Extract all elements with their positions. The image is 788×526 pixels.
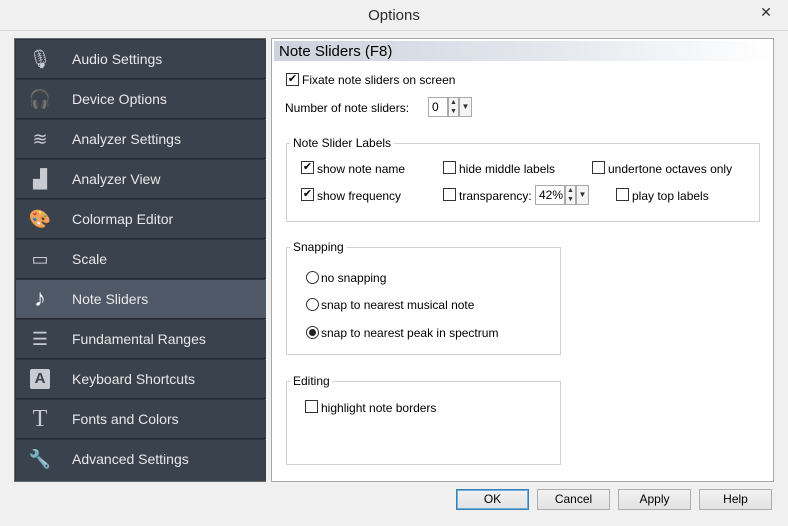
sidebar-item-label: Advanced Settings: [72, 451, 189, 467]
window-title: Options: [368, 7, 420, 24]
editing-group: [286, 381, 561, 465]
sidebar-item-fonts-and-colors[interactable]: T Fonts and Colors: [16, 400, 266, 439]
sidebar-item-label: Keyboard Shortcuts: [72, 371, 195, 387]
play-top-labels-label: play top labels: [632, 189, 709, 203]
hide-middle-labels-label: hide middle labels: [459, 162, 556, 176]
font-icon: T: [32, 406, 48, 432]
sidebar-item-colormap-editor[interactable]: 🎨 Colormap Editor: [16, 200, 266, 239]
hide-middle-labels-checkbox[interactable]: [443, 161, 456, 174]
ranges-icon: ☰: [31, 329, 49, 349]
panel-title: Note Sliders (F8): [279, 43, 393, 60]
snap-peak-label: snap to nearest peak in spectrum: [321, 326, 499, 340]
num-sliders-value: 0: [432, 100, 439, 114]
palette-icon: 🎨: [28, 209, 52, 229]
sidebar-item-scale[interactable]: ▭ Scale: [16, 240, 266, 279]
cancel-button[interactable]: Cancel: [537, 489, 610, 510]
play-top-labels-checkbox[interactable]: [616, 188, 629, 201]
sidebar-item-fundamental-ranges[interactable]: ☰ Fundamental Ranges: [16, 320, 266, 359]
highlight-note-borders-checkbox[interactable]: [305, 400, 318, 413]
sidebar: 🎙 Audio Settings 🎧 Device Options ≋ Anal…: [14, 38, 266, 482]
num-sliders-dropdown[interactable]: ▼: [459, 97, 472, 117]
highlight-note-borders-label: highlight note borders: [321, 401, 437, 415]
snap-peak-radio[interactable]: [306, 326, 319, 339]
close-icon[interactable]: ✕: [752, 2, 780, 22]
spin-down-icon[interactable]: ▼: [449, 107, 458, 116]
undertone-octaves-label: undertone octaves only: [608, 162, 733, 176]
sidebar-item-label: Colormap Editor: [72, 211, 174, 227]
show-frequency-label: show frequency: [317, 189, 402, 203]
num-sliders-stepper[interactable]: ▲ ▼: [448, 97, 459, 117]
num-sliders-label: Number of note sliders:: [285, 101, 410, 115]
sidebar-item-label: Audio Settings: [72, 51, 163, 67]
undertone-octaves-checkbox[interactable]: [592, 161, 605, 174]
sidebar-item-label: Device Options: [72, 91, 167, 107]
num-sliders-input[interactable]: 0 ▲ ▼ ▼: [428, 97, 472, 117]
snap-musical-note-radio[interactable]: [306, 298, 319, 311]
sidebar-item-advanced-settings[interactable]: 🔧 Advanced Settings: [16, 440, 266, 481]
sidebar-item-analyzer-settings[interactable]: ≋ Analyzer Settings: [16, 120, 266, 159]
spin-up-icon[interactable]: ▲: [566, 186, 575, 195]
analyzer-settings-icon: ≋: [32, 129, 48, 149]
note-slider-labels-title: Note Slider Labels: [290, 136, 395, 150]
keyboard-key-icon: A: [30, 369, 50, 389]
transparency-dropdown[interactable]: ▼: [576, 185, 589, 205]
no-snapping-radio[interactable]: [306, 271, 319, 284]
music-note-icon: ♪: [34, 285, 46, 312]
spin-down-icon[interactable]: ▼: [566, 195, 575, 204]
sidebar-item-audio-settings[interactable]: 🎙 Audio Settings: [16, 40, 266, 79]
note-slider-labels-group: [286, 143, 760, 222]
microphone-icon: 🎙: [28, 49, 52, 69]
sidebar-item-label: Analyzer View: [72, 171, 161, 187]
transparency-stepper[interactable]: ▲ ▼: [565, 185, 576, 205]
headphones-icon: 🎧: [28, 89, 52, 109]
show-note-name-checkbox[interactable]: ✔: [301, 161, 314, 174]
transparency-value: 42%: [539, 188, 564, 202]
sidebar-item-label: Scale: [72, 251, 108, 267]
sidebar-item-label: Analyzer Settings: [72, 131, 181, 147]
transparency-label: transparency:: [459, 189, 532, 203]
sidebar-item-keyboard-shortcuts[interactable]: A Keyboard Shortcuts: [16, 360, 266, 399]
sidebar-item-analyzer-view[interactable]: ▟ Analyzer View: [16, 160, 266, 199]
show-frequency-checkbox[interactable]: ✔: [301, 188, 314, 201]
spin-up-icon[interactable]: ▲: [449, 98, 458, 107]
transparency-checkbox[interactable]: [443, 188, 456, 201]
no-snapping-label: no snapping: [321, 271, 387, 285]
panel-header: Note Sliders (F8): [274, 41, 771, 61]
sidebar-item-device-options[interactable]: 🎧 Device Options: [16, 80, 266, 119]
help-button[interactable]: Help: [699, 489, 772, 510]
transparency-input[interactable]: 42% ▲ ▼ ▼: [535, 185, 589, 205]
sidebar-item-label: Note Sliders: [72, 291, 149, 307]
analyzer-view-icon: ▟: [33, 169, 47, 189]
sidebar-item-note-sliders[interactable]: ♪ Note Sliders: [16, 280, 266, 319]
sidebar-item-label: Fonts and Colors: [72, 411, 179, 427]
ruler-icon: ▭: [31, 249, 49, 269]
snapping-title: Snapping: [290, 240, 347, 254]
snap-musical-note-label: snap to nearest musical note: [321, 298, 475, 312]
fixate-sliders-checkbox[interactable]: ✔: [286, 73, 299, 86]
fixate-sliders-label: Fixate note sliders on screen: [302, 73, 456, 87]
sidebar-item-label: Fundamental Ranges: [72, 331, 206, 347]
ok-button[interactable]: OK: [456, 489, 529, 510]
note-sliders-panel: Note Sliders (F8) ✔ Fixate note sliders …: [271, 38, 774, 482]
title-bar: Options ✕: [0, 0, 788, 31]
apply-button[interactable]: Apply: [618, 489, 691, 510]
editing-title: Editing: [290, 374, 333, 388]
wrench-icon: 🔧: [28, 449, 52, 469]
show-note-name-label: show note name: [317, 162, 406, 176]
